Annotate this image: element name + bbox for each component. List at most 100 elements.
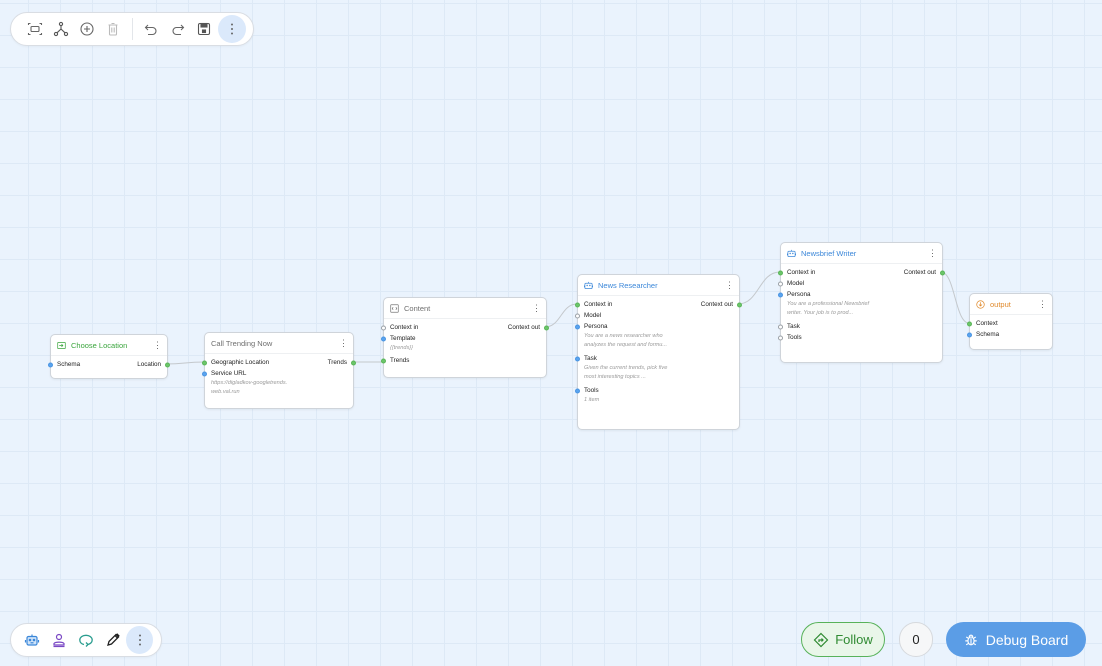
node-call-trending-now[interactable]: Call Trending Now ⋮ Geographic Location … [202,332,356,409]
node-menu-icon[interactable]: ⋮ [153,340,162,351]
input-port-tools[interactable] [778,335,783,340]
node-header[interactable]: Newsbrief Writer ⋮ [781,243,942,264]
edge-writer-to-output[interactable] [940,271,970,324]
redo-button[interactable] [164,15,192,43]
input-port-context[interactable] [967,321,972,326]
port-row-service-url: Service URL [202,368,353,379]
port-row-trends: Trends [381,355,546,366]
input-port-schema[interactable] [967,332,972,337]
input-port-schema[interactable] [48,362,53,367]
debug-board-button[interactable]: Debug Board [946,622,1086,657]
follow-button[interactable]: Follow [801,622,885,657]
save-button[interactable] [190,15,218,43]
port-label: Context in [584,301,613,308]
code-icon [390,303,399,313]
run-count-badge: 0 [899,622,933,657]
port-label: Context out [700,301,733,308]
pen-tool-button[interactable] [99,626,126,654]
node-title: Choose Location [71,340,128,350]
node-title: Newsbrief Writer [801,248,857,258]
more-options-button[interactable] [126,626,153,654]
port-label: Task [787,323,800,330]
port-row-persona: Persona [778,289,942,300]
node-header[interactable]: News Researcher ⋮ [578,275,739,296]
delete-button[interactable] [99,15,127,43]
add-agent-button[interactable] [19,626,46,654]
user-icon [53,633,65,648]
output-port-location[interactable] [165,362,170,367]
more-options-button[interactable] [218,15,246,43]
input-port-geographic-location[interactable] [202,360,207,365]
node-output[interactable]: output ⋮ Context Schema [967,293,1053,350]
input-icon [57,341,66,350]
bottom-toolbar [10,623,162,657]
port-row-tools: Tools [575,385,739,396]
fit-view-button[interactable] [21,15,49,43]
edge-content-to-researcher[interactable] [544,303,578,328]
port-row-context: Context in Context out [778,267,945,278]
robot-icon [25,634,40,646]
node-header[interactable]: output ⋮ [970,294,1052,315]
debug-board-label: Debug Board [985,631,1069,648]
template-value: {{trends}} [390,345,414,351]
output-port-context-out[interactable] [737,302,742,307]
layout-button[interactable] [48,15,76,43]
node-title: News Researcher [598,280,658,290]
node-header[interactable]: Call Trending Now ⋮ [205,333,353,354]
trash-icon [108,22,118,36]
port-label: Context in [787,269,816,276]
input-port-service-url[interactable] [202,371,207,376]
add-persona-button[interactable] [46,626,73,654]
input-port-task[interactable] [575,356,580,361]
follow-icon [813,632,829,647]
robot-icon [787,249,796,258]
node-choose-location[interactable]: Choose Location ⋮ Schema Location [48,334,170,379]
port-label: Context out [903,269,936,276]
output-port-trends[interactable] [351,360,356,365]
node-content[interactable]: Content ⋮ Context in Context out Templat… [381,297,549,378]
port-label: Geographic Location [211,359,270,366]
follow-label: Follow [835,632,873,647]
add-node-button[interactable] [73,15,101,43]
port-label: Trends [390,357,410,364]
persona-value: You are a professional Newsbrief writer.… [787,301,870,316]
input-port-persona[interactable] [575,324,580,329]
pen-icon [106,633,120,646]
input-port-context-in[interactable] [381,325,386,330]
node-menu-icon[interactable]: ⋮ [532,303,541,314]
port-label: Context [976,320,998,327]
fit-view-icon [27,22,42,36]
input-port-trends[interactable] [381,358,386,363]
input-port-model[interactable] [575,313,580,318]
toolbar-divider [131,18,133,40]
input-port-model[interactable] [778,281,783,286]
output-port-context-out[interactable] [940,270,945,275]
port-row-task: Task [778,321,942,332]
input-port-persona[interactable] [778,292,783,297]
port-label: Service URL [211,370,247,377]
node-header[interactable]: Content ⋮ [384,298,546,319]
input-port-context-in[interactable] [778,270,783,275]
edge-location-to-geo[interactable] [165,361,205,365]
port-row-persona: Persona [575,321,739,332]
input-port-task[interactable] [778,324,783,329]
node-header[interactable]: Choose Location ⋮ [51,335,167,356]
bug-icon [965,634,977,645]
node-menu-icon[interactable]: ⋮ [339,338,348,349]
node-newsbrief-writer[interactable]: Newsbrief Writer ⋮ Context in Context ou… [778,242,945,363]
undo-button[interactable] [137,15,165,43]
output-port-context-out[interactable] [544,325,549,330]
port-row-template: Template [381,333,546,344]
node-menu-icon[interactable]: ⋮ [725,280,734,291]
input-port-context-in[interactable] [575,302,580,307]
node-menu-icon[interactable]: ⋮ [928,248,937,259]
node-menu-icon[interactable]: ⋮ [1038,299,1047,310]
add-loop-button[interactable] [73,626,100,654]
output-icon [976,299,985,309]
node-news-researcher[interactable]: News Researcher ⋮ Context in Context out… [575,274,742,430]
port-label: Persona [787,291,811,298]
edge-researcher-to-writer[interactable] [737,271,781,305]
input-port-template[interactable] [381,336,386,341]
input-port-tools[interactable] [575,388,580,393]
top-toolbar [10,12,254,46]
